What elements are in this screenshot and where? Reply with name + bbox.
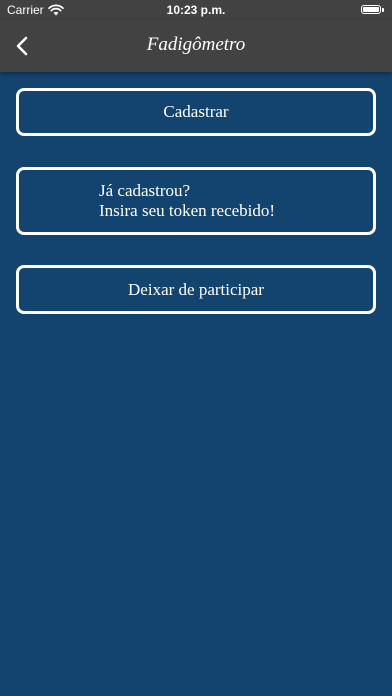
battery-level: [363, 7, 379, 12]
leave-button-label: Deixar de participar: [128, 279, 264, 299]
battery-icon: [361, 4, 386, 15]
register-button-label: Cadastrar: [163, 102, 229, 121]
enter-token-line2: Insira seu token recebido!: [99, 201, 276, 220]
status-time: 10:23 p.m.: [166, 3, 226, 17]
enter-token-line1: Já cadastrou?: [99, 181, 191, 200]
battery-tip: [382, 7, 384, 12]
navigation-bar: Fadigômetro: [0, 20, 392, 72]
register-button[interactable]: Cadastrar: [16, 88, 376, 136]
page-title: Fadigômetro: [146, 34, 246, 55]
leave-participation-button[interactable]: Deixar de participar: [16, 265, 376, 314]
battery-body: [361, 5, 381, 14]
enter-token-button[interactable]: Já cadastrou? Insira seu token recebido!: [16, 167, 376, 235]
status-bar: Carrier 10:23 p.m.: [0, 0, 392, 20]
